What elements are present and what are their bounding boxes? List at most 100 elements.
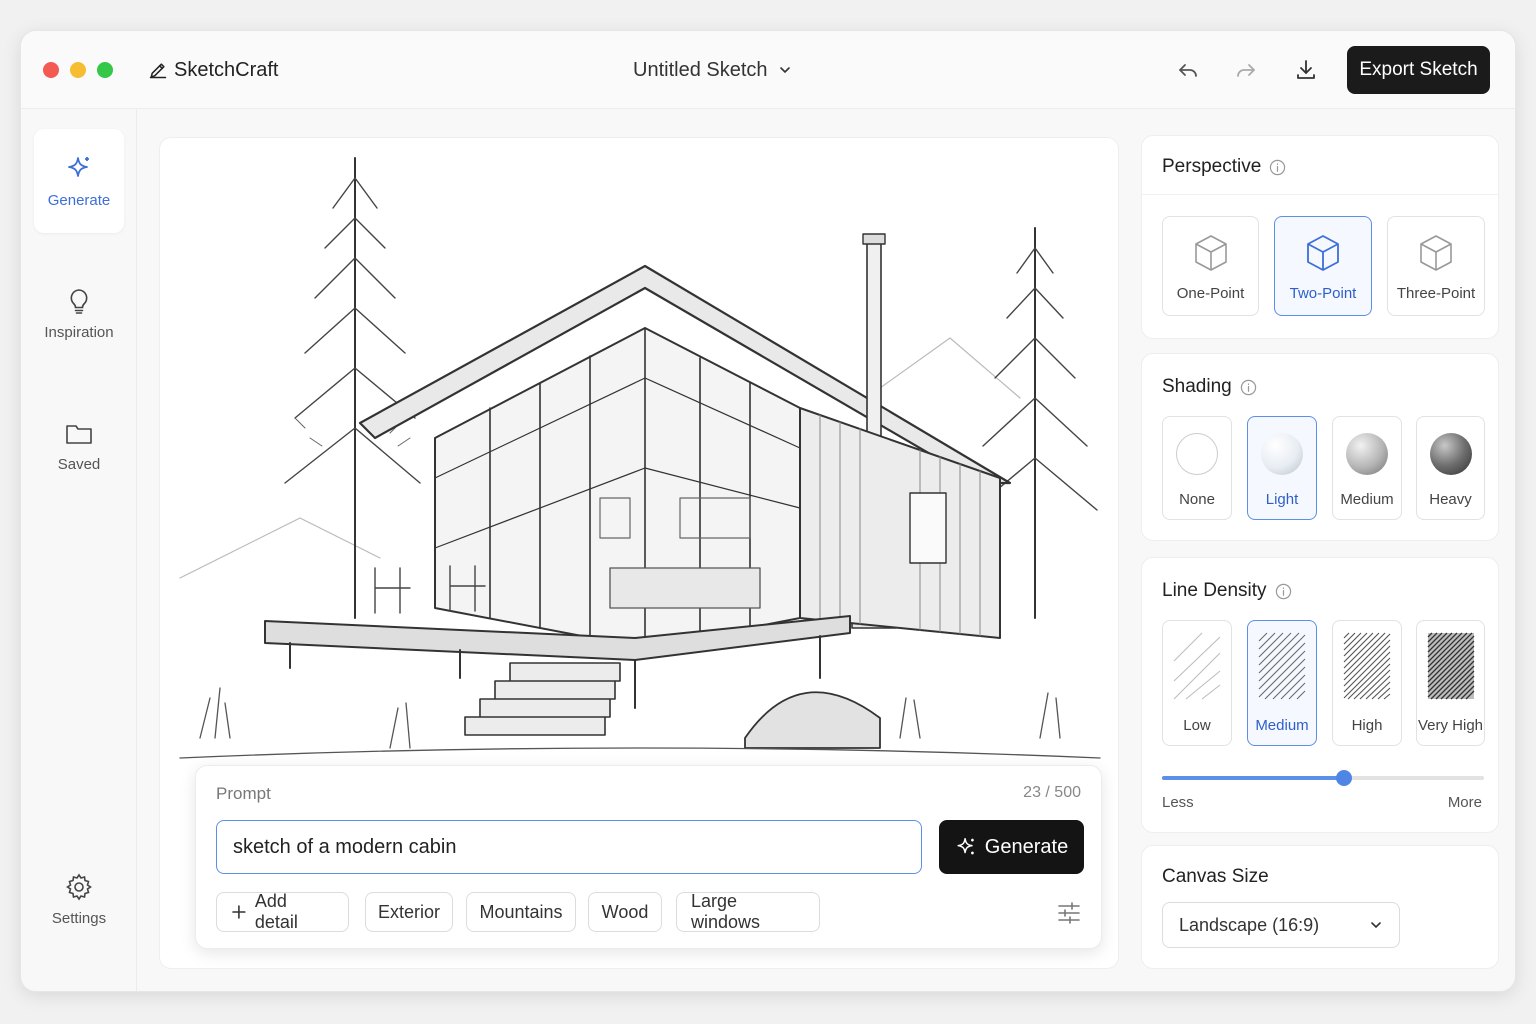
- canvas-size-panel: Canvas Size Landscape (16:9): [1141, 845, 1499, 969]
- chip-exterior[interactable]: Exterior: [365, 892, 453, 932]
- sphere-light-swatch: [1261, 433, 1303, 475]
- option-label: Very High: [1417, 717, 1484, 734]
- shading-title: Shading: [1162, 376, 1257, 398]
- slider-thumb[interactable]: [1335, 770, 1352, 786]
- export-sketch-button[interactable]: Export Sketch: [1347, 46, 1490, 94]
- chevron-down-icon: [1371, 922, 1381, 929]
- shading-option-light[interactable]: Light: [1247, 416, 1317, 520]
- shading-option-none[interactable]: None: [1162, 416, 1232, 520]
- shading-panel: Shading None Light Medium Heavy: [1141, 353, 1499, 541]
- sidebar-item-generate[interactable]: Generate: [34, 129, 124, 233]
- perspective-title-text: Perspective: [1162, 156, 1262, 177]
- shading-option-medium[interactable]: Medium: [1332, 416, 1402, 520]
- sidebar-item-label: Saved: [57, 455, 101, 473]
- option-label: Medium: [1340, 491, 1394, 508]
- sidebar-item-inspiration[interactable]: Inspiration: [34, 261, 124, 365]
- option-label: Medium: [1255, 717, 1309, 734]
- pencil-icon: [149, 63, 167, 79]
- redo-icon: [1237, 64, 1255, 77]
- shading-title-text: Shading: [1162, 376, 1232, 397]
- option-label: One-Point: [1176, 285, 1245, 302]
- line-density-panel: Line Density Low Medium High Very High L…: [1141, 557, 1499, 833]
- hatch-very-high-swatch: [1427, 632, 1474, 700]
- minimize-window-button[interactable]: [70, 62, 86, 78]
- line-density-slider[interactable]: [1162, 770, 1484, 786]
- sphere-medium-swatch: [1346, 433, 1388, 475]
- close-window-button[interactable]: [43, 62, 59, 78]
- option-label: Three-Point: [1396, 285, 1476, 302]
- undo-icon: [1179, 64, 1197, 77]
- canvas-size-title: Canvas Size: [1162, 866, 1269, 887]
- sidebar-item-label: Inspiration: [44, 323, 114, 341]
- cube-icon: [1307, 235, 1339, 271]
- download-icon: [1297, 60, 1315, 79]
- option-label: High: [1351, 717, 1383, 734]
- hatch-low-swatch: [1173, 632, 1221, 700]
- lightbulb-icon: [70, 288, 88, 314]
- info-icon[interactable]: [1275, 583, 1292, 600]
- cube-icon: [1194, 235, 1227, 271]
- slider-fill: [1162, 776, 1344, 780]
- chip-label: Add detail: [254, 891, 298, 932]
- slider-max-label: More: [1447, 794, 1482, 811]
- chip-wood[interactable]: Wood: [588, 892, 662, 932]
- prompt-character-count: 23 / 500: [1023, 784, 1081, 801]
- sidebar-item-saved[interactable]: Saved: [34, 393, 124, 497]
- folder-icon: [66, 424, 92, 444]
- download-button[interactable]: [1291, 55, 1321, 85]
- line-density-title-text: Line Density: [1162, 580, 1267, 601]
- chip-mountains[interactable]: Mountains: [466, 892, 576, 932]
- chevron-down-icon: [779, 67, 790, 74]
- maximize-window-button[interactable]: [97, 62, 113, 78]
- prompt-input[interactable]: [216, 820, 922, 874]
- sidebar-item-settings[interactable]: Settings: [34, 847, 124, 951]
- perspective-option-three-point[interactable]: Three-Point: [1387, 216, 1485, 316]
- app-brand: SketchCraft: [148, 57, 278, 83]
- canvas-size-select[interactable]: Landscape (16:9): [1162, 902, 1400, 948]
- perspective-panel: Perspective One-Point Two-Point Three-Po…: [1141, 135, 1499, 339]
- shading-option-heavy[interactable]: Heavy: [1416, 416, 1485, 520]
- perspective-option-two-point[interactable]: Two-Point: [1274, 216, 1372, 316]
- sidebar-item-label: Generate: [47, 191, 111, 209]
- sidebar-item-label: Settings: [51, 909, 107, 927]
- canvas-size-value: Landscape (16:9): [1179, 914, 1320, 935]
- option-label: Heavy: [1429, 491, 1472, 508]
- sparkle-icon: [957, 837, 974, 855]
- cabin-sketch-image: [179, 157, 1101, 759]
- redo-button[interactable]: [1231, 55, 1261, 85]
- undo-button[interactable]: [1173, 55, 1203, 85]
- app-window: SketchCraft Untitled Sketch Export Sketc…: [20, 30, 1516, 992]
- prompt-card: Prompt 23 / 500 Generate Add detail Exte…: [195, 765, 1102, 949]
- density-option-low[interactable]: Low: [1162, 620, 1232, 746]
- option-label: Low: [1183, 717, 1211, 734]
- sparkle-icon: [68, 156, 89, 177]
- hatch-high-swatch: [1343, 632, 1391, 700]
- document-title-dropdown[interactable]: Untitled Sketch: [633, 57, 792, 83]
- sliders-icon[interactable]: [1056, 900, 1082, 926]
- sphere-none-swatch: [1176, 433, 1218, 475]
- option-label: None: [1179, 491, 1215, 508]
- density-option-medium[interactable]: Medium: [1247, 620, 1317, 746]
- generate-button[interactable]: Generate: [939, 820, 1084, 874]
- option-label: Light: [1265, 491, 1299, 508]
- chip-large-windows[interactable]: Large windows: [676, 891, 820, 932]
- perspective-title: Perspective: [1162, 156, 1286, 178]
- option-label: Two-Point: [1289, 285, 1357, 302]
- document-title: Untitled Sketch: [633, 58, 768, 81]
- cube-icon: [1420, 235, 1452, 271]
- density-option-very-high[interactable]: Very High: [1416, 620, 1485, 746]
- info-icon[interactable]: [1240, 379, 1257, 396]
- info-icon[interactable]: [1269, 159, 1286, 176]
- line-density-title: Line Density: [1162, 580, 1292, 602]
- add-detail-chip[interactable]: Add detail: [216, 891, 349, 932]
- app-name: SketchCraft: [174, 58, 279, 81]
- sphere-heavy-swatch: [1429, 433, 1472, 475]
- sidebar: Generate Inspiration Saved Settings: [21, 109, 137, 991]
- slider-min-label: Less: [1162, 794, 1194, 811]
- prompt-label: Prompt: [216, 784, 271, 803]
- generate-button-label: Generate: [984, 835, 1069, 858]
- plus-icon: [232, 905, 246, 919]
- perspective-option-one-point[interactable]: One-Point: [1162, 216, 1259, 316]
- hatch-medium-swatch: [1258, 632, 1306, 700]
- density-option-high[interactable]: High: [1332, 620, 1402, 746]
